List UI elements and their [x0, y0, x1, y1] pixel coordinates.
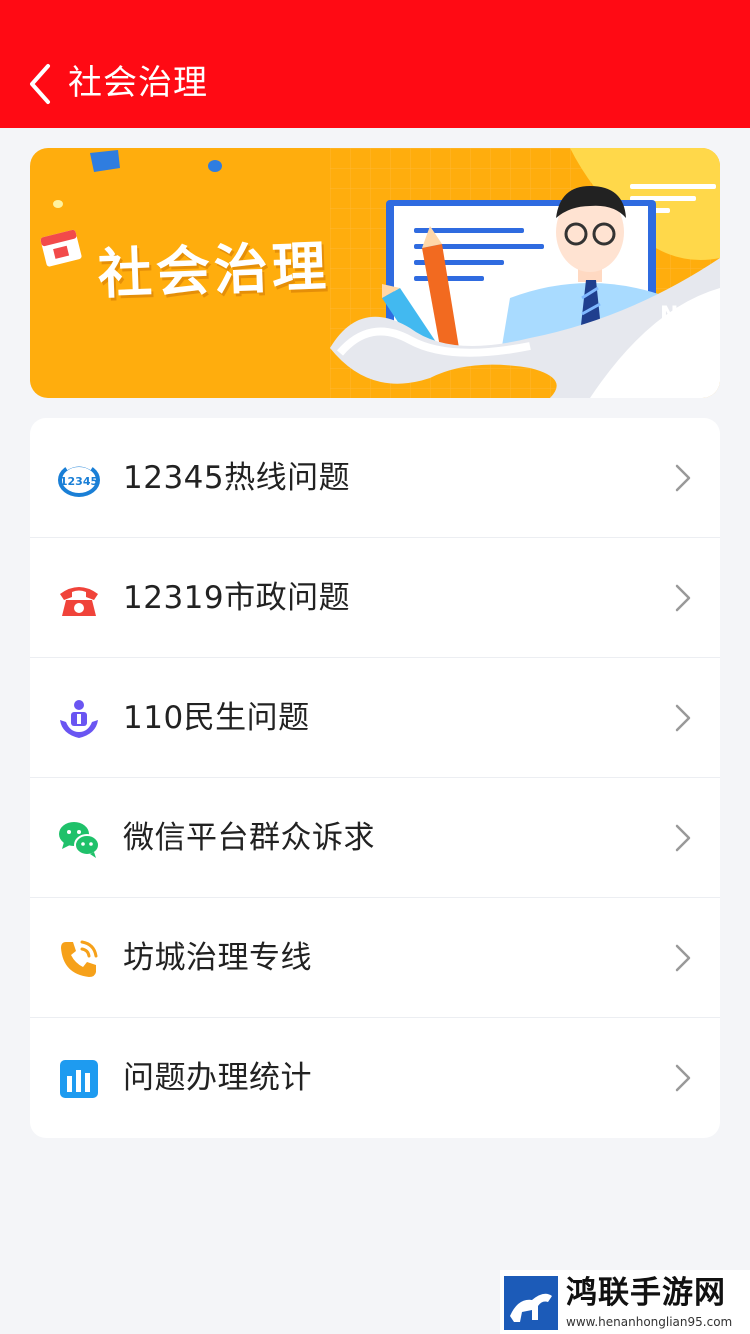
- svg-text:12345: 12345: [60, 475, 98, 488]
- chevron-right-icon: [675, 464, 691, 492]
- menu-item-fangcheng-hotline[interactable]: 坊城治理专线: [30, 898, 720, 1018]
- phone-ring-icon: [61, 940, 98, 977]
- menu-item-label: 微信平台群众诉求: [123, 820, 375, 856]
- chevron-right-icon: [675, 584, 691, 612]
- telephone-icon: [60, 587, 98, 616]
- watermark-logo-icon: [504, 1276, 558, 1330]
- chevron-left-icon: [30, 64, 50, 104]
- chevron-right-icon: [675, 704, 691, 732]
- banner-title: 社会治理: [96, 234, 331, 306]
- hotline-12345-icon: 12345: [58, 461, 100, 497]
- page-title: 社会治理: [68, 63, 208, 103]
- menu-item-label: 12319市政问题: [123, 580, 351, 616]
- people-care-icon: [60, 700, 98, 738]
- menu-list: 12345 12345热线问题 12319市政问题 110民生问题 微信平台群众…: [30, 418, 720, 1138]
- menu-item-label: 问题办理统计: [123, 1060, 312, 1096]
- watermark: 鸿联手游网 www.henanhonglian95.com: [500, 1270, 750, 1334]
- menu-item-label: 110民生问题: [123, 700, 310, 736]
- chevron-right-icon: [675, 1064, 691, 1092]
- top-bar: 社会治理: [0, 0, 750, 128]
- watermark-text: 鸿联手游网: [566, 1275, 726, 1311]
- wechat-icon: [59, 822, 100, 858]
- bar-chart-icon: [60, 1060, 98, 1098]
- menu-item-110-livelihood[interactable]: 110民生问题: [30, 658, 720, 778]
- watermark-url: www.henanhonglian95.com: [566, 1315, 733, 1329]
- menu-item-label: 12345热线问题: [123, 460, 351, 496]
- menu-item-12319-municipal[interactable]: 12319市政问题: [30, 538, 720, 658]
- banner-tag: NICE: [660, 303, 720, 328]
- back-button[interactable]: [22, 58, 66, 110]
- chevron-right-icon: [675, 824, 691, 852]
- menu-item-12345-hotline[interactable]: 12345 12345热线问题: [30, 418, 720, 538]
- menu-item-label: 坊城治理专线: [123, 940, 312, 976]
- menu-item-statistics[interactable]: 问题办理统计: [30, 1018, 720, 1138]
- menu-item-wechat-appeals[interactable]: 微信平台群众诉求: [30, 778, 720, 898]
- chevron-right-icon: [675, 944, 691, 972]
